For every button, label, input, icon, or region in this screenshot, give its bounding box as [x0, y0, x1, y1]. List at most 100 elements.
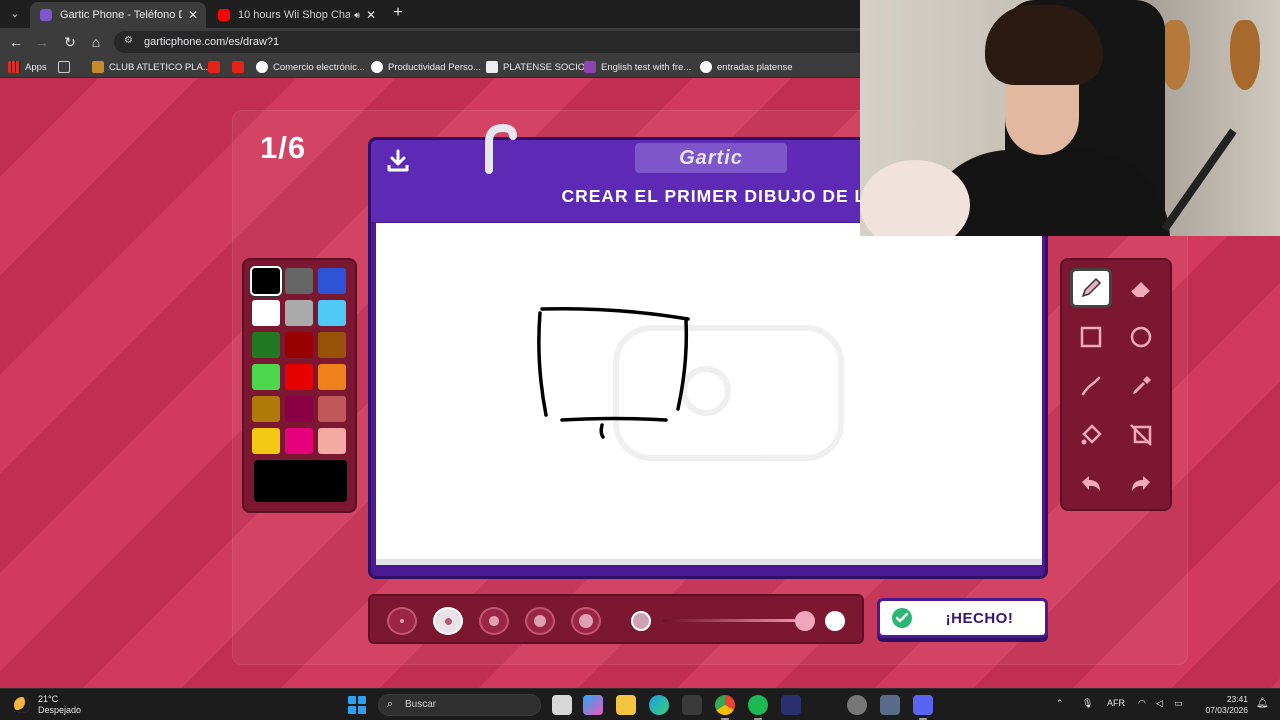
opacity-slider-handle[interactable]	[795, 611, 815, 631]
color-swatch[interactable]	[318, 268, 346, 294]
app-icon[interactable]	[781, 695, 801, 715]
volume-icon[interactable]: ◁	[1156, 698, 1163, 709]
brush-size-button[interactable]	[525, 607, 555, 635]
notifications-icon[interactable]: 🔔︎	[1256, 698, 1269, 709]
file-explorer-icon[interactable]	[616, 695, 636, 715]
bookmark-english-test[interactable]: English test with fre...	[584, 60, 691, 74]
download-icon[interactable]	[385, 148, 411, 174]
color-swatch[interactable]	[285, 332, 313, 358]
brush-size-button[interactable]	[571, 607, 601, 635]
bookmark-club-atletico[interactable]: CLUB ATLETICO PLA...	[92, 60, 211, 74]
microphone-icon[interactable]: 🎙︎	[1082, 698, 1093, 709]
settings-icon[interactable]	[880, 695, 900, 715]
drawn-stroke	[560, 416, 668, 422]
pencil-icon	[1081, 277, 1102, 298]
bookmark-apps-launcher[interactable]	[58, 60, 75, 74]
drawing-canvas[interactable]	[376, 223, 1042, 565]
forward-icon[interactable]: →	[32, 32, 52, 52]
line-tool[interactable]	[1070, 366, 1112, 406]
brush-size-button[interactable]	[479, 607, 509, 635]
guitar-image	[1230, 20, 1260, 90]
tab-search-button[interactable]: ⌄	[6, 5, 24, 23]
color-swatch[interactable]	[252, 300, 280, 326]
tray-overflow-icon[interactable]: ⌃	[1056, 698, 1064, 709]
color-swatch[interactable]	[285, 396, 313, 422]
color-swatch[interactable]	[318, 428, 346, 454]
edge-icon[interactable]	[649, 695, 669, 715]
streamer-hair-image	[985, 5, 1103, 85]
brush-size-button[interactable]	[387, 607, 417, 635]
audio-playing-icon[interactable]: 🔊︎	[354, 10, 360, 21]
discord-icon[interactable]	[913, 695, 933, 720]
new-tab-button[interactable]: +	[388, 4, 408, 24]
opacity-slider[interactable]	[662, 619, 812, 622]
copilot-icon[interactable]	[583, 695, 603, 715]
system-clock[interactable]: 23:41 07/03/2026	[1198, 694, 1248, 716]
color-swatch[interactable]	[285, 364, 313, 390]
color-swatch[interactable]	[250, 266, 282, 296]
battery-icon[interactable]: ▭	[1174, 698, 1183, 709]
brush-size-dot-icon	[444, 617, 452, 625]
canvas-drawing	[537, 306, 844, 461]
bookmark-label: Productividad Perso...	[388, 61, 481, 73]
rectangle-tool[interactable]	[1070, 317, 1112, 357]
brush-size-button[interactable]	[433, 607, 463, 635]
back-icon[interactable]: ←	[6, 32, 26, 52]
bookmark-youtube-1[interactable]	[208, 60, 225, 74]
circle-tool[interactable]	[1120, 317, 1162, 357]
club-icon	[92, 61, 104, 73]
color-swatch[interactable]	[252, 364, 280, 390]
fill-tool[interactable]	[1070, 415, 1112, 455]
color-swatch[interactable]	[318, 332, 346, 358]
color-swatch[interactable]	[285, 268, 313, 294]
weather-widget[interactable]: 21°C Despejado	[14, 694, 81, 716]
bookmark-apps[interactable]: Apps	[8, 60, 47, 74]
color-swatch[interactable]	[318, 300, 346, 326]
spotify-icon[interactable]	[748, 695, 768, 720]
color-swatch[interactable]	[285, 300, 313, 326]
eraser-tool[interactable]	[1120, 268, 1162, 308]
recorder-icon[interactable]	[847, 695, 867, 715]
brush-settings-bar	[368, 594, 864, 644]
chrome-icon[interactable]	[715, 695, 735, 720]
opacity-max-icon	[825, 611, 845, 631]
wifi-icon[interactable]: ◠	[1138, 698, 1146, 709]
redo-tool[interactable]	[1120, 464, 1162, 504]
done-button[interactable]: ¡HECHO!	[877, 598, 1048, 638]
store-icon[interactable]	[682, 695, 702, 715]
task-view-icon[interactable]	[552, 695, 572, 715]
site-info-icon[interactable]: ⚙︎	[124, 35, 133, 46]
bookmark-productividad[interactable]: Productividad Perso...	[371, 60, 481, 74]
brush-size-dot-icon	[399, 618, 405, 624]
color-swatch[interactable]	[318, 396, 346, 422]
done-button-label: ¡HECHO!	[945, 609, 1014, 627]
color-swatch[interactable]	[252, 396, 280, 422]
color-swatch[interactable]	[252, 332, 280, 358]
pencil-tool[interactable]	[1070, 268, 1112, 308]
clear-tool[interactable]	[1120, 415, 1162, 455]
bookmark-youtube-2[interactable]	[232, 60, 249, 74]
round-counter: 1/6	[260, 130, 307, 165]
close-tab-icon[interactable]: ✕	[366, 8, 376, 22]
language-indicator[interactable]: AFR	[1107, 698, 1125, 708]
eyedropper-tool[interactable]	[1120, 366, 1162, 406]
url-text[interactable]: garticphone.com/es/draw?1	[144, 36, 279, 48]
bookmark-platense-socio[interactable]: PLATENSE SOCIO	[486, 60, 585, 74]
start-button-icon[interactable]	[348, 696, 366, 714]
tab-wii-shop[interactable]: 10 hours Wii Shop Channel 🔊︎ ✕	[208, 2, 384, 28]
reload-icon[interactable]: ↻	[60, 32, 80, 52]
close-tab-icon[interactable]: ✕	[188, 8, 198, 22]
apps-grid-icon	[8, 61, 20, 73]
undo-tool[interactable]	[1070, 464, 1112, 504]
eraser-icon	[1131, 282, 1150, 297]
home-icon[interactable]: ⌂	[86, 32, 106, 52]
bookmark-entradas-platense[interactable]: entradas platense	[700, 60, 793, 74]
clock-time: 23:41	[1226, 694, 1248, 704]
bookmark-comercio[interactable]: Comercio electrónic...	[256, 60, 365, 74]
opacity-preview-icon	[631, 611, 651, 631]
color-swatch[interactable]	[318, 364, 346, 390]
taskbar-search[interactable]: ⌕ Buscar	[378, 694, 541, 716]
tab-gartic-phone[interactable]: Gartic Phone - Teléfono Descon ✕	[30, 2, 206, 28]
color-swatch[interactable]	[252, 428, 280, 454]
color-swatch[interactable]	[285, 428, 313, 454]
